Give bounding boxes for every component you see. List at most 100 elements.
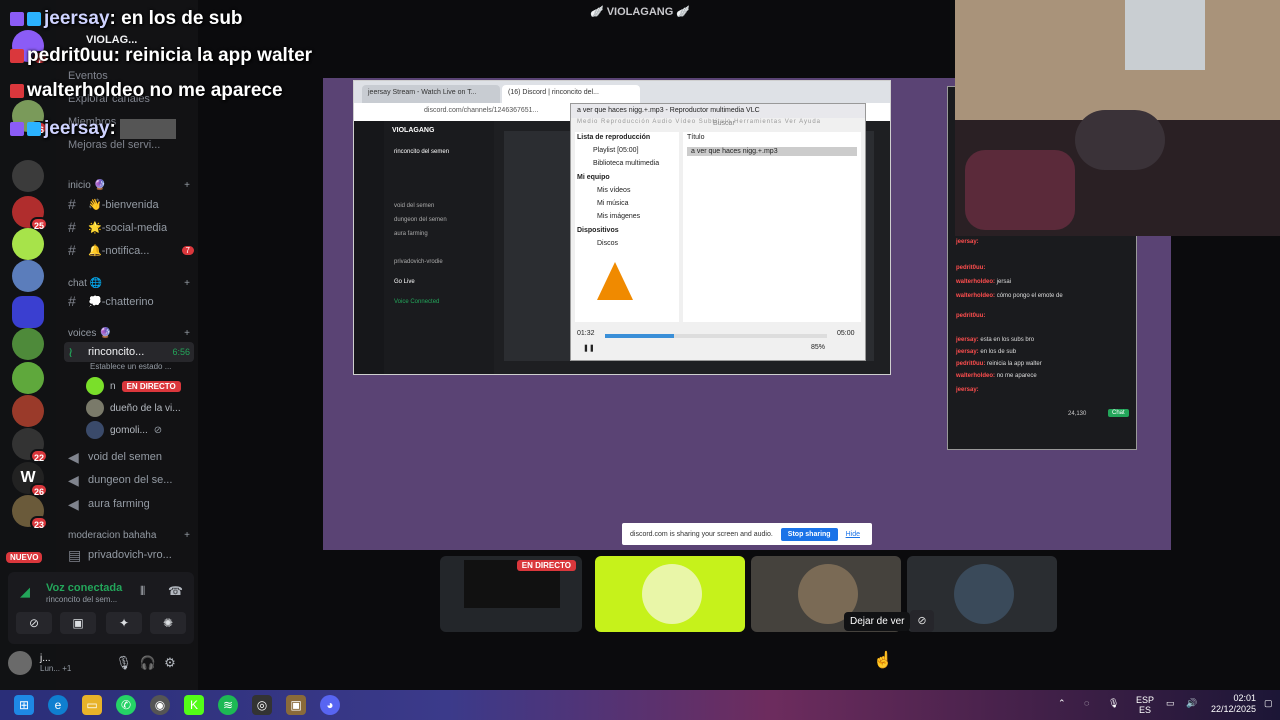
avatar[interactable] — [8, 651, 32, 675]
side-chat-user: jeersay: — [956, 239, 979, 245]
server-icon[interactable]: 25 — [12, 196, 48, 231]
badge-icon — [10, 11, 24, 26]
participant-tile-stream[interactable]: EN DIRECTO — [440, 556, 582, 632]
channel-bienvenida[interactable]: # 👋-bienvenida — [64, 194, 194, 214]
voice-channel-rinconcito[interactable]: ≀ rinconcito... 6:56 — [64, 342, 194, 362]
side-chat-text: reinicia la app walter — [987, 361, 1042, 367]
channel-notificaciones[interactable]: # 🔔-notifica... 7 — [64, 240, 194, 260]
chrome-icon[interactable]: ◉ — [150, 695, 170, 715]
microphone-icon[interactable]: 🎙 — [1108, 698, 1119, 708]
vlc-label: Lista de reproducción — [577, 134, 651, 141]
chat-message: walterholdeo no me aparece — [10, 80, 283, 102]
inner-go-live: Go Live — [394, 279, 415, 285]
microphone-icon[interactable]: 🎙 — [115, 655, 132, 671]
voice-user[interactable]: n EN DIRECTO — [86, 377, 181, 395]
clock[interactable]: 02:01 22/12/2025 — [1204, 693, 1256, 715]
chevron-up-icon[interactable]: ⌃ — [1058, 698, 1066, 708]
participant-tile[interactable] — [595, 556, 745, 632]
voice-channel-name[interactable]: rinconcito del sem... — [46, 595, 117, 604]
voice-status[interactable]: Establece un estado ... — [90, 362, 171, 371]
chat-user: pedrit0uu — [27, 45, 114, 66]
channel-social-media[interactable]: # 🌟-social-media — [64, 217, 194, 237]
voice-connected-label[interactable]: Voz conectada — [46, 582, 122, 594]
soundboard-icon[interactable]: ✺ — [150, 612, 186, 634]
voice-channel-aura[interactable]: ◀ aura farming — [64, 494, 194, 514]
spotify-icon[interactable]: ≋ — [218, 695, 238, 715]
add-channel-icon[interactable]: + — [184, 278, 190, 289]
boosts-item[interactable]: Mejoras del servi... — [68, 139, 160, 151]
server-icon[interactable] — [12, 228, 44, 260]
category-moderacion[interactable]: moderacion bahaha + — [68, 530, 190, 541]
pause-icon: ❚❚ — [583, 345, 595, 352]
gear-icon[interactable]: ⚙ — [164, 655, 176, 671]
screen-share-icon[interactable]: ▣ — [60, 612, 96, 634]
vlc-label: Biblioteca multimedia — [593, 160, 660, 167]
folder-icon[interactable]: ▭ — [82, 695, 102, 715]
noise-suppression-icon[interactable]: ⦀ — [140, 584, 145, 599]
inner-channel: rinconcito del semen — [394, 149, 450, 155]
voice-user[interactable]: gomoli... ⊘ — [86, 421, 162, 439]
side-chat-line: jeersay: — [956, 239, 979, 245]
disconnect-icon[interactable]: ☎ — [168, 584, 183, 598]
obs-icon[interactable]: ◎ — [252, 695, 272, 715]
chat-text: no me aparece — [144, 80, 283, 101]
network-icon[interactable]: ◌ — [1084, 698, 1089, 708]
user-info[interactable]: j... Lun... +1 — [40, 653, 71, 673]
voice-channel-void[interactable]: ◀ void del semen — [64, 447, 194, 467]
channel-label: aura farming — [88, 498, 150, 510]
app-icon[interactable]: ▣ — [286, 695, 306, 715]
server-icon[interactable] — [12, 395, 44, 427]
hash-icon: # — [68, 219, 76, 235]
add-channel-icon[interactable]: + — [184, 328, 190, 339]
edge-icon[interactable]: e — [48, 695, 68, 715]
webcam-blanket — [965, 150, 1075, 230]
side-chat-line: pedrit0uu: reinicia la app walter — [956, 361, 1042, 367]
server-icon[interactable]: 22 — [12, 428, 48, 463]
server-icon[interactable] — [12, 362, 44, 394]
monitor-icon[interactable]: ▭ — [1166, 698, 1175, 708]
start-icon[interactable]: ⊞ — [14, 695, 34, 715]
side-chat-line: pedrit0uu: — [956, 265, 985, 271]
camera-off-icon[interactable]: ⊘ — [16, 612, 52, 634]
whatsapp-icon[interactable]: ✆ — [116, 695, 136, 715]
discord-icon[interactable]: ◕ — [320, 695, 340, 715]
inner-sidebar: VIOLAGANG rinconcito del semen void del … — [384, 121, 494, 374]
voice-channel-dungeon[interactable]: ◀ dungeon del se... — [64, 470, 194, 490]
inner-channel: privadovich-vrodie — [394, 259, 443, 265]
vlc-track: a ver que haces nigg.+.mp3 — [687, 147, 857, 156]
server-icon[interactable] — [12, 160, 44, 192]
inner-channel: aura farming — [394, 231, 428, 237]
webcam-wall — [955, 0, 1280, 120]
add-channel-icon[interactable]: + — [184, 180, 190, 191]
volume-icon[interactable]: 🔊 — [1186, 698, 1197, 708]
channel-label: privadovich-vro... — [88, 549, 172, 561]
folder-icon[interactable] — [12, 296, 44, 328]
category-voices[interactable]: voices 🔮 + — [68, 328, 190, 339]
channel-chatterino[interactable]: # 💭-chatterino — [64, 291, 194, 311]
stop-sharing-button: Stop sharing — [780, 527, 838, 541]
vlc-volume: 85% — [811, 344, 826, 351]
category-inicio[interactable]: inicio 🔮 + — [68, 180, 190, 191]
language-indicator[interactable]: ESP ES — [1136, 695, 1154, 715]
activities-icon[interactable]: ✦ — [106, 612, 142, 634]
webcam-person — [1075, 110, 1165, 170]
notification-icon[interactable]: ▢ — [1264, 698, 1273, 708]
server-icon[interactable]: 23 — [12, 495, 48, 530]
server-icon[interactable] — [12, 260, 44, 292]
side-chat-user: walterholdeo: — [956, 293, 996, 299]
live-badge: EN DIRECTO — [516, 560, 576, 571]
server-icon[interactable]: W 26 — [12, 462, 48, 497]
kick-icon[interactable]: K — [184, 695, 204, 715]
user-panel: j... Lun... +1 🎙 🎧 ⚙ — [8, 646, 194, 680]
server-icon[interactable] — [12, 328, 44, 360]
side-chat-text: cómo pongo el emote de — [996, 293, 1063, 299]
stop-watching-icon[interactable]: ⊘ — [910, 610, 934, 632]
side-chat-text: jersai — [996, 279, 1012, 285]
add-channel-icon[interactable]: + — [184, 530, 190, 541]
headphones-icon[interactable]: 🎧 — [140, 655, 156, 671]
channel-privadovich[interactable]: ▤ privadovich-vro... — [64, 545, 194, 565]
category-chat[interactable]: chat 🌐 + — [68, 278, 190, 289]
voice-user[interactable]: dueño de la vi... — [86, 399, 181, 417]
side-chat-user: pedrit0uu: — [956, 361, 986, 367]
inner-channel: void del semen — [394, 203, 435, 209]
